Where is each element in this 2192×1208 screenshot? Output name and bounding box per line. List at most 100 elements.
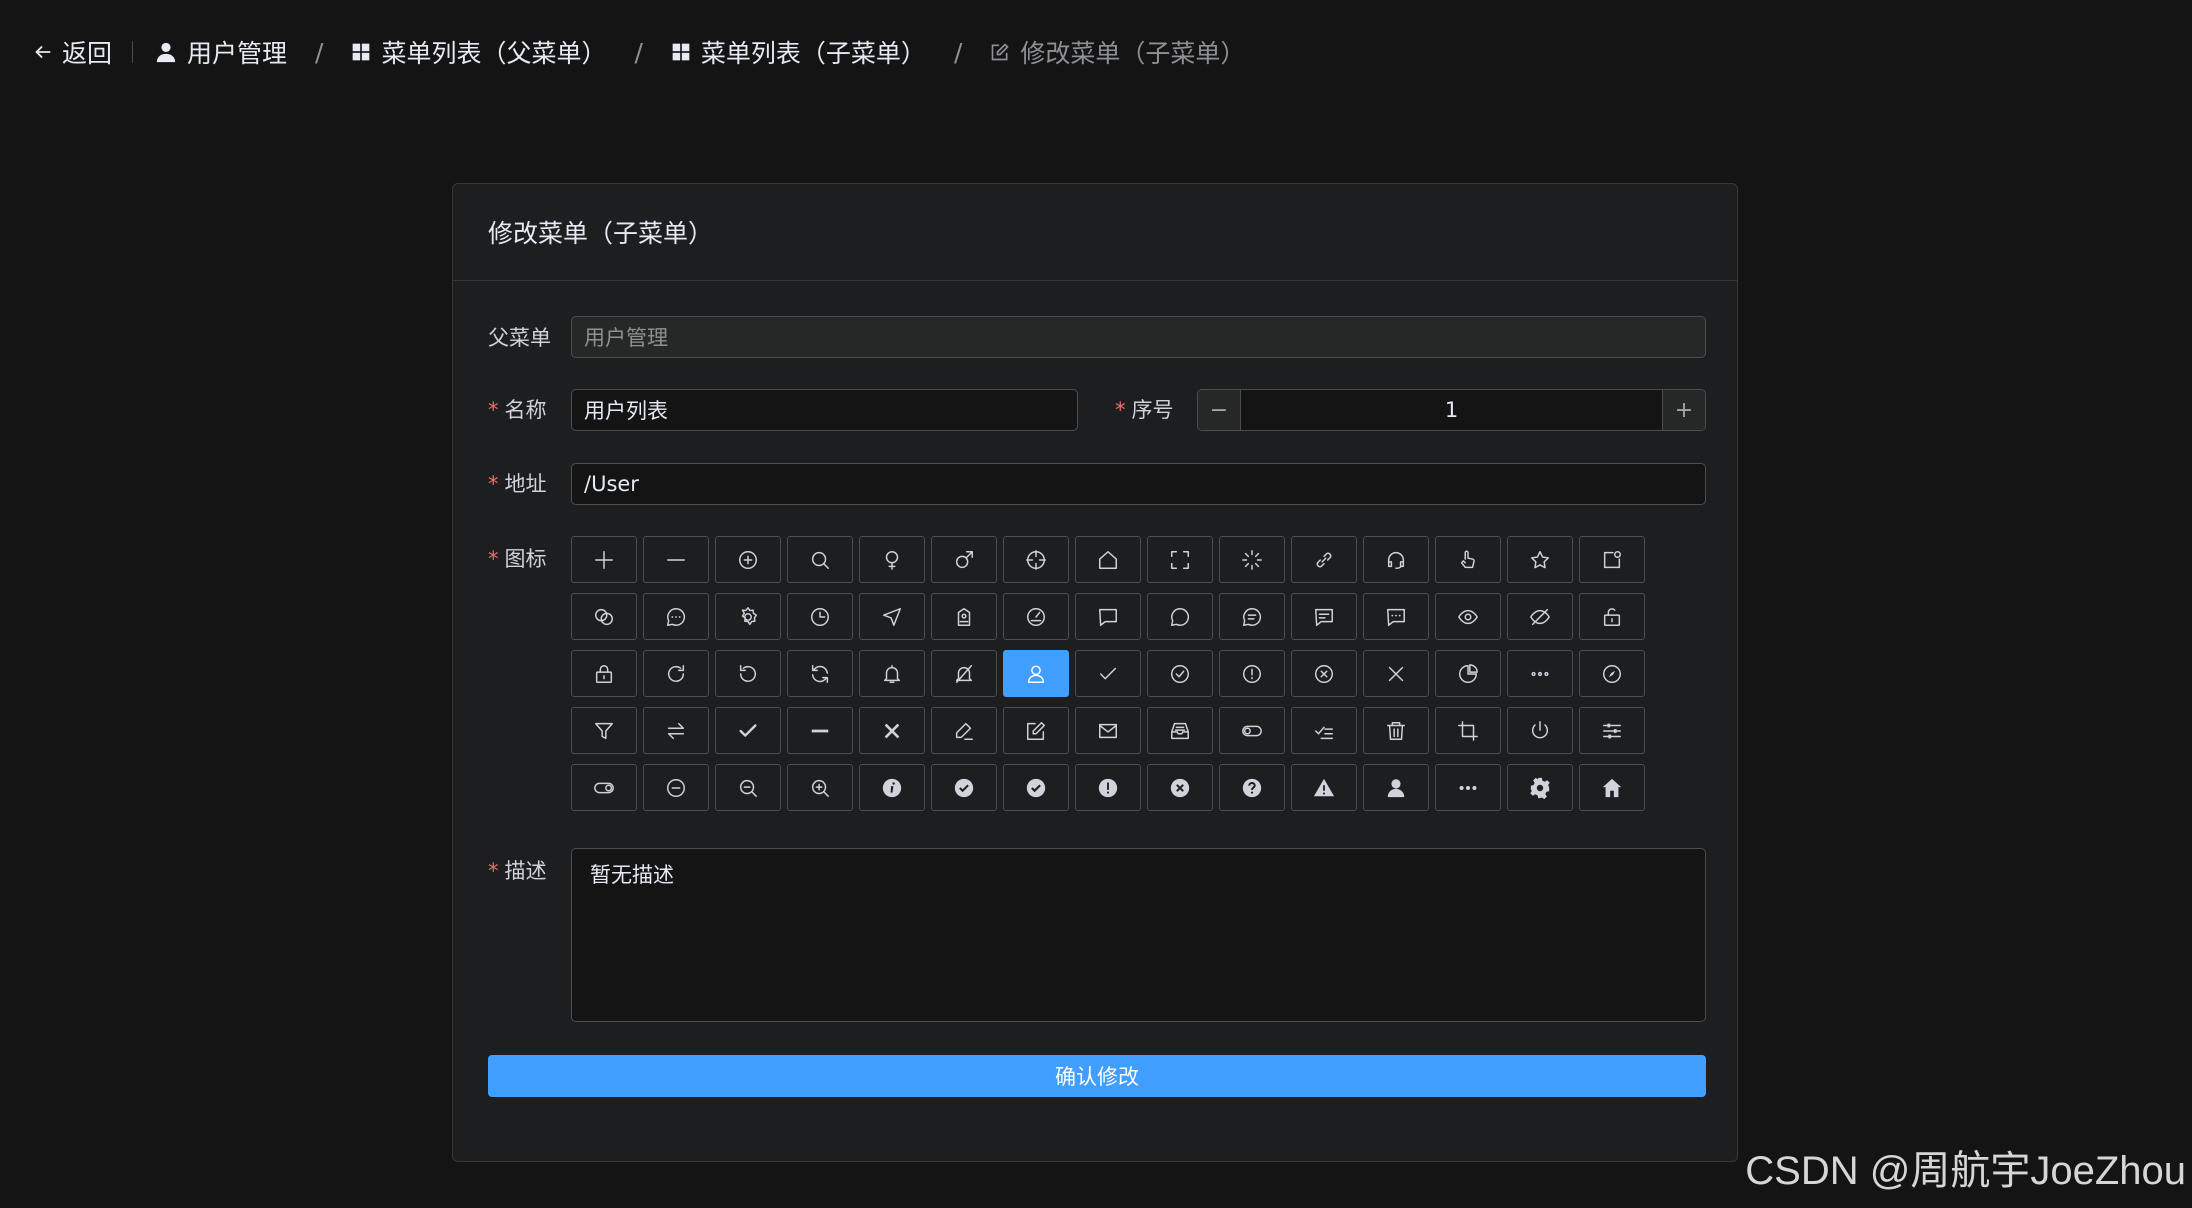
order-stepper[interactable]: − 1 + — [1197, 389, 1706, 431]
icon-option-zoom-out[interactable] — [715, 764, 781, 811]
icon-option-unlock[interactable] — [1579, 593, 1645, 640]
icon-option-chat-dot-round[interactable] — [643, 593, 709, 640]
icon-option-check[interactable] — [1075, 650, 1141, 697]
icon-option-discount[interactable] — [931, 593, 997, 640]
icon-option-search[interactable] — [787, 536, 853, 583]
icon-option-select[interactable] — [715, 707, 781, 754]
icon-option-female[interactable] — [859, 536, 925, 583]
breadcrumb-user-management[interactable]: 用户管理 — [155, 34, 287, 70]
notification-icon — [1601, 549, 1623, 571]
parent-menu-input[interactable]: 用户管理 — [571, 316, 1706, 358]
icon-option-switch-button[interactable] — [1507, 707, 1573, 754]
icon-option-message[interactable] — [1075, 707, 1141, 754]
icon-option-warn-triangle-filled[interactable] — [1291, 764, 1357, 811]
icon-option-male[interactable] — [931, 536, 997, 583]
icon-option-edit[interactable] — [1003, 707, 1069, 754]
icon-option-tools[interactable] — [1507, 764, 1573, 811]
icon-option-switch[interactable] — [643, 707, 709, 754]
order-label-text: 序号 — [1131, 398, 1174, 422]
back-button[interactable]: 返回 — [32, 34, 112, 70]
icon-option-success-filled[interactable] — [1003, 764, 1069, 811]
icon-option-user[interactable] — [1003, 650, 1069, 697]
check-icon — [1097, 663, 1119, 685]
icon-option-loading[interactable] — [1219, 536, 1285, 583]
icon-option-info-filled[interactable] — [859, 764, 925, 811]
icon-option-turn-off[interactable] — [1219, 707, 1285, 754]
icon-option-lock[interactable] — [571, 650, 637, 697]
icon-option-open[interactable] — [571, 764, 637, 811]
name-input[interactable]: 用户列表 — [571, 389, 1078, 431]
circle-close-icon — [1313, 663, 1335, 685]
icon-option-circle-close-filled[interactable] — [1147, 764, 1213, 811]
icon-option-close[interactable] — [1363, 650, 1429, 697]
path-input[interactable]: /User — [571, 463, 1706, 505]
icon-option-house[interactable] — [1075, 536, 1141, 583]
breadcrumb-parent-menu-list[interactable]: 菜单列表（父菜单） — [351, 34, 606, 70]
icon-option-plus[interactable] — [571, 536, 637, 583]
icon-option-minus[interactable] — [643, 536, 709, 583]
icon-option-aim[interactable] — [1003, 536, 1069, 583]
icon-option-semi-select[interactable] — [787, 707, 853, 754]
icon-option-chat-square[interactable] — [1075, 593, 1141, 640]
icon-option-filter[interactable] — [571, 707, 637, 754]
icon-picker — [571, 536, 1671, 821]
pointer-icon — [1457, 549, 1479, 571]
icon-option-question-filled[interactable] — [1219, 764, 1285, 811]
icon-option-warning[interactable] — [1219, 650, 1285, 697]
icon-option-finished[interactable] — [1291, 707, 1357, 754]
icon-option-remove[interactable] — [643, 764, 709, 811]
icon-option-refresh-right[interactable] — [643, 650, 709, 697]
icon-option-pie-chart[interactable] — [1435, 650, 1501, 697]
icon-option-clock[interactable] — [787, 593, 853, 640]
breadcrumb-child-menu-list[interactable]: 菜单列表（子菜单） — [671, 34, 926, 70]
icon-option-service[interactable] — [1363, 536, 1429, 583]
icon-option-position[interactable] — [859, 593, 925, 640]
icon-option-bell[interactable] — [859, 650, 925, 697]
decrease-button[interactable]: − — [1198, 390, 1241, 430]
operation-icon — [1601, 720, 1623, 742]
icon-option-star[interactable] — [1507, 536, 1573, 583]
icon-option-view[interactable] — [1435, 593, 1501, 640]
icon-option-circle-close[interactable] — [1291, 650, 1357, 697]
icon-option-refresh[interactable] — [787, 650, 853, 697]
icon-option-connection[interactable] — [571, 593, 637, 640]
icon-option-user-filled[interactable] — [1363, 764, 1429, 811]
edit-pen-icon — [953, 720, 975, 742]
icon-option-operation[interactable] — [1579, 707, 1645, 754]
icon-option-circle-plus[interactable] — [715, 536, 781, 583]
icon-option-compass[interactable] — [1579, 650, 1645, 697]
icon-option-close-bold[interactable] — [859, 707, 925, 754]
chat-round-icon — [1169, 606, 1191, 628]
confirm-button[interactable]: 确认修改 — [488, 1055, 1706, 1097]
icon-option-chat-line-round[interactable] — [1219, 593, 1285, 640]
icon-option-circle-check[interactable] — [1147, 650, 1213, 697]
icon-option-crop[interactable] — [1435, 707, 1501, 754]
icon-option-warning-filled[interactable] — [1075, 764, 1141, 811]
open-icon — [593, 777, 615, 799]
icon-option-circle-check-filled[interactable] — [931, 764, 997, 811]
description-textarea[interactable]: 暂无描述 — [571, 848, 1706, 1022]
icon-option-chat-round[interactable] — [1147, 593, 1213, 640]
icon-option-mute-notification[interactable] — [931, 650, 997, 697]
icon-option-delete[interactable] — [1363, 707, 1429, 754]
icon-option-hide[interactable] — [1507, 593, 1573, 640]
icon-option-link[interactable] — [1291, 536, 1357, 583]
pie-chart-icon — [1457, 663, 1479, 685]
icon-option-full-screen[interactable] — [1147, 536, 1213, 583]
order-value[interactable]: 1 — [1241, 390, 1662, 430]
icon-option-edit-pen[interactable] — [931, 707, 997, 754]
circle-close-filled-icon — [1169, 777, 1191, 799]
icon-option-notification[interactable] — [1579, 536, 1645, 583]
icon-option-setting[interactable] — [715, 593, 781, 640]
icon-option-odometer[interactable] — [1003, 593, 1069, 640]
increase-button[interactable]: + — [1662, 390, 1705, 430]
icon-option-pointer[interactable] — [1435, 536, 1501, 583]
icon-option-refresh-left[interactable] — [715, 650, 781, 697]
icon-option-chat-dot-square[interactable] — [1363, 593, 1429, 640]
icon-option-more-filled[interactable] — [1435, 764, 1501, 811]
icon-option-more[interactable] — [1507, 650, 1573, 697]
icon-option-home-filled[interactable] — [1579, 764, 1645, 811]
icon-option-message-box[interactable] — [1147, 707, 1213, 754]
icon-option-zoom-in[interactable] — [787, 764, 853, 811]
icon-option-chat-line-square[interactable] — [1291, 593, 1357, 640]
